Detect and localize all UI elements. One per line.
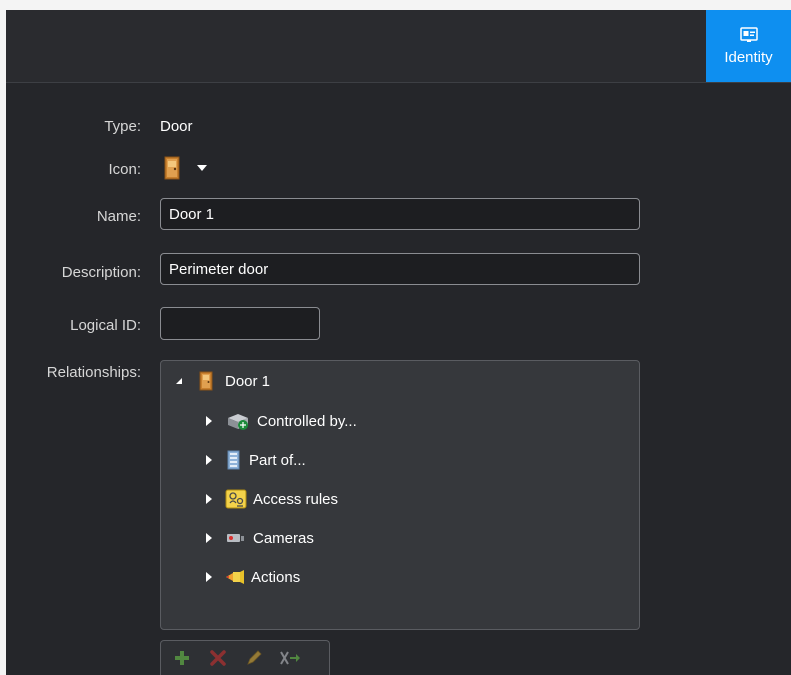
identity-card-icon (739, 26, 758, 42)
edit-icon[interactable] (243, 647, 265, 669)
tree-node-label: Cameras (253, 529, 314, 547)
tree-node-label: Door 1 (225, 372, 271, 390)
name-field[interactable] (160, 198, 640, 230)
description-label: Description: (61, 264, 141, 281)
tab-identity[interactable]: Identity (706, 10, 791, 82)
relationships-tree[interactable]: Door 1 Controlled by... Part of... Acces… (160, 360, 640, 630)
relationships-toolbar (160, 640, 330, 675)
collapsed-arrow-icon[interactable] (203, 533, 215, 543)
tree-node-controlled-by[interactable]: Controlled by... (203, 409, 357, 433)
tree-node-label: Controlled by... (257, 412, 357, 430)
logical-id-field[interactable] (160, 307, 320, 340)
building-icon (225, 450, 243, 470)
unlink-icon[interactable] (279, 647, 301, 669)
access-rule-icon (225, 489, 247, 509)
collapsed-arrow-icon[interactable] (203, 572, 215, 582)
collapsed-arrow-icon[interactable] (203, 455, 215, 465)
icon-picker[interactable] (164, 155, 216, 181)
tree-node-cameras[interactable]: Cameras (203, 526, 314, 550)
tree-root-door[interactable]: Door 1 (173, 369, 270, 393)
tree-node-label: Actions (251, 568, 301, 586)
tab-identity-label: Identity (724, 48, 773, 66)
action-icon (225, 569, 245, 585)
chevron-down-icon (197, 165, 207, 171)
type-label: Type: (104, 118, 141, 135)
name-label: Name: (96, 208, 141, 225)
door-icon (164, 156, 180, 180)
controller-icon (225, 411, 251, 431)
camera-icon (225, 531, 247, 545)
tree-node-access-rules[interactable]: Access rules (203, 487, 338, 511)
tree-node-label: Access rules (253, 490, 339, 508)
delete-icon[interactable] (207, 647, 229, 669)
type-value: Door (160, 118, 193, 135)
tree-node-part-of[interactable]: Part of... (203, 448, 306, 472)
door-icon (199, 371, 213, 391)
tree-node-label: Part of... (249, 451, 306, 469)
collapsed-arrow-icon[interactable] (203, 416, 215, 426)
logical-id-label: Logical ID: (70, 317, 141, 334)
entity-properties-panel: Identity Type: Door Icon: Name: Descript… (6, 10, 791, 675)
description-field[interactable] (160, 253, 640, 285)
collapsed-arrow-icon[interactable] (203, 494, 215, 504)
expanded-arrow-icon[interactable] (173, 377, 185, 385)
relationships-label: Relationships: (46, 364, 141, 381)
add-icon[interactable] (171, 647, 193, 669)
tab-bar: Identity (6, 10, 791, 83)
tree-node-actions[interactable]: Actions (203, 565, 300, 589)
icon-label: Icon: (108, 161, 141, 178)
